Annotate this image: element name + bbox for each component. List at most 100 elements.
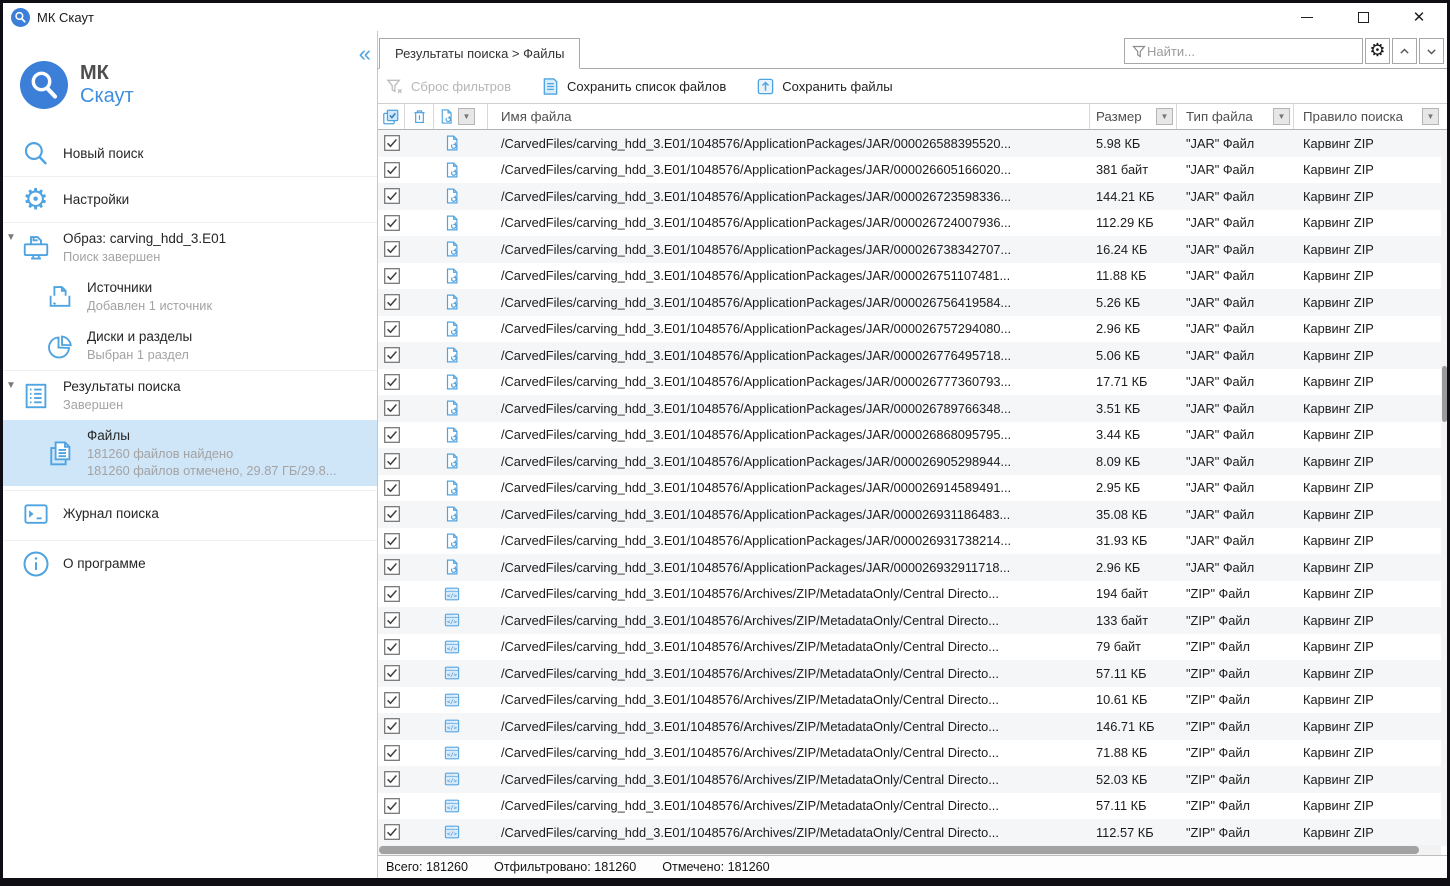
remove-checked-header[interactable]	[405, 104, 434, 129]
expander-icon[interactable]: ▼	[6, 380, 16, 391]
sidebar-item-about[interactable]: О программе	[3, 540, 377, 586]
column-header-name[interactable]: Имя файла	[488, 104, 1090, 129]
table-row[interactable]: </> /CarvedFiles/carving_hdd_3.E01/10485…	[378, 315, 1447, 342]
file-type: "JAR" Файл	[1186, 427, 1255, 443]
vertical-scrollbar-thumb[interactable]	[1441, 365, 1447, 422]
row-checkbox[interactable]	[383, 347, 400, 364]
expander-icon[interactable]: ▼	[6, 232, 16, 243]
tab-search-results-files[interactable]: Результаты поиска > Файлы	[379, 38, 581, 69]
row-checkbox[interactable]	[383, 559, 400, 576]
row-checkbox[interactable]	[383, 373, 400, 390]
row-checkbox[interactable]	[383, 400, 400, 417]
row-checkbox[interactable]	[383, 320, 400, 337]
table-row[interactable]: </> /CarvedFiles/carving_hdd_3.E01/10485…	[378, 209, 1447, 236]
file-size: 5.26 КБ	[1096, 294, 1141, 310]
find-next-button[interactable]	[1419, 38, 1444, 64]
find-input[interactable]	[1147, 43, 1358, 59]
reset-filters-button[interactable]: Сброс фильтров	[385, 77, 511, 96]
find-previous-button[interactable]	[1392, 38, 1417, 64]
table-row[interactable]: </> /CarvedFiles/carving_hdd_3.E01/10485…	[378, 660, 1447, 687]
save-file-list-button[interactable]: Сохранить список файлов	[541, 77, 726, 96]
table-row[interactable]: </> /CarvedFiles/carving_hdd_3.E01/10485…	[378, 607, 1447, 634]
table-row[interactable]: </> /CarvedFiles/carving_hdd_3.E01/10485…	[378, 130, 1447, 157]
table-row[interactable]: </> /CarvedFiles/carving_hdd_3.E01/10485…	[378, 156, 1447, 183]
sidebar-item-settings[interactable]: ⚙ Настройки	[3, 176, 377, 222]
row-checkbox[interactable]	[383, 241, 400, 258]
row-checkbox[interactable]	[383, 585, 400, 602]
sidebar-item-image[interactable]: ▼ Образ: carving_hdd_3.E01 Поиск заверше…	[3, 222, 377, 272]
row-checkbox[interactable]	[383, 744, 400, 761]
row-checkbox[interactable]	[383, 638, 400, 655]
sidebar-item-new-search[interactable]: Новый поиск	[3, 131, 377, 176]
type-filter-button[interactable]: ▼	[1273, 108, 1290, 125]
file-type-dropdown-button[interactable]: ▼	[458, 108, 475, 125]
row-checkbox[interactable]	[383, 771, 400, 788]
table-row[interactable]: </> /CarvedFiles/carving_hdd_3.E01/10485…	[378, 713, 1447, 740]
row-checkbox[interactable]	[383, 612, 400, 629]
save-files-button[interactable]: Сохранить файлы	[756, 77, 893, 96]
column-header-type[interactable]: Тип файла ▼	[1177, 104, 1294, 129]
search-rule: Карвинг ZIP	[1303, 559, 1374, 575]
row-checkbox[interactable]	[383, 426, 400, 443]
horizontal-scrollbar[interactable]	[378, 845, 1441, 855]
size-filter-button[interactable]: ▼	[1156, 108, 1173, 125]
table-row[interactable]: </> /CarvedFiles/carving_hdd_3.E01/10485…	[378, 236, 1447, 263]
row-checkbox[interactable]	[383, 214, 400, 231]
row-checkbox[interactable]	[383, 453, 400, 470]
sidebar-item-journal[interactable]: Журнал поиска	[3, 490, 377, 536]
row-checkbox[interactable]	[383, 691, 400, 708]
table-row[interactable]: </> /CarvedFiles/carving_hdd_3.E01/10485…	[378, 183, 1447, 210]
row-checkbox[interactable]	[383, 665, 400, 682]
sidebar-item-sources[interactable]: Источники Добавлен 1 источник	[3, 272, 377, 321]
table-row[interactable]: </> /CarvedFiles/carving_hdd_3.E01/10485…	[378, 686, 1447, 713]
maximize-button[interactable]	[1335, 3, 1391, 31]
rule-filter-button[interactable]: ▼	[1422, 108, 1439, 125]
column-header-size[interactable]: Размер ▼	[1090, 104, 1177, 129]
file-type-filter-header[interactable]: ▼	[434, 104, 488, 129]
row-checkbox[interactable]	[383, 718, 400, 735]
close-button[interactable]: ✕	[1391, 3, 1447, 31]
row-checkbox[interactable]	[383, 188, 400, 205]
table-row[interactable]: </> /CarvedFiles/carving_hdd_3.E01/10485…	[378, 766, 1447, 793]
jar-file-icon	[443, 320, 461, 338]
sidebar-collapse-button[interactable]: «	[359, 43, 371, 65]
row-checkbox[interactable]	[383, 824, 400, 841]
table-row[interactable]: </> /CarvedFiles/carving_hdd_3.E01/10485…	[378, 739, 1447, 766]
table-row[interactable]: </> /CarvedFiles/carving_hdd_3.E01/10485…	[378, 580, 1447, 607]
horizontal-scrollbar-thumb[interactable]	[379, 846, 1419, 854]
row-checkbox[interactable]	[383, 797, 400, 814]
table-row[interactable]: </> /CarvedFiles/carving_hdd_3.E01/10485…	[378, 819, 1447, 846]
table-row[interactable]: </> /CarvedFiles/carving_hdd_3.E01/10485…	[378, 342, 1447, 369]
table-row[interactable]: </> /CarvedFiles/carving_hdd_3.E01/10485…	[378, 289, 1447, 316]
sidebar-item-results[interactable]: ▼ Результаты поиска Завершен	[3, 370, 377, 420]
sidebar-item-files[interactable]: Файлы 181260 файлов найдено 181260 файло…	[3, 420, 377, 486]
table-row[interactable]: </> /CarvedFiles/carving_hdd_3.E01/10485…	[378, 395, 1447, 422]
search-settings-button[interactable]: ⚙	[1365, 38, 1390, 64]
table-row[interactable]: </> /CarvedFiles/carving_hdd_3.E01/10485…	[378, 448, 1447, 475]
table-row[interactable]: </> /CarvedFiles/carving_hdd_3.E01/10485…	[378, 501, 1447, 528]
row-checkbox[interactable]	[383, 135, 400, 152]
row-checkbox[interactable]	[383, 532, 400, 549]
sidebar-item-disks[interactable]: Диски и разделы Выбран 1 раздел	[3, 321, 377, 370]
row-checkbox[interactable]	[383, 267, 400, 284]
table-row[interactable]: </> /CarvedFiles/carving_hdd_3.E01/10485…	[378, 474, 1447, 501]
row-checkbox[interactable]	[383, 506, 400, 523]
info-icon	[20, 548, 51, 579]
table-row[interactable]: </> /CarvedFiles/carving_hdd_3.E01/10485…	[378, 421, 1447, 448]
vertical-scrollbar[interactable]	[1441, 130, 1447, 845]
table-row[interactable]: </> /CarvedFiles/carving_hdd_3.E01/10485…	[378, 368, 1447, 395]
row-checkbox[interactable]	[383, 294, 400, 311]
row-checkbox[interactable]	[383, 161, 400, 178]
table-row[interactable]: </> /CarvedFiles/carving_hdd_3.E01/10485…	[378, 792, 1447, 819]
table-row[interactable]: </> /CarvedFiles/carving_hdd_3.E01/10485…	[378, 262, 1447, 289]
minimize-button[interactable]	[1279, 3, 1335, 31]
check-all-header[interactable]	[378, 104, 405, 129]
table-row[interactable]: </> /CarvedFiles/carving_hdd_3.E01/10485…	[378, 633, 1447, 660]
table-row[interactable]: </> /CarvedFiles/carving_hdd_3.E01/10485…	[378, 527, 1447, 554]
table-row[interactable]: </> /CarvedFiles/carving_hdd_3.E01/10485…	[378, 554, 1447, 581]
row-checkbox[interactable]	[383, 479, 400, 496]
file-path: /CarvedFiles/carving_hdd_3.E01/1048576/A…	[501, 135, 1012, 151]
column-header-rule[interactable]: Правило поиска ▼	[1294, 104, 1447, 129]
save-list-icon	[541, 77, 560, 96]
file-path: /CarvedFiles/carving_hdd_3.E01/1048576/A…	[501, 824, 999, 840]
